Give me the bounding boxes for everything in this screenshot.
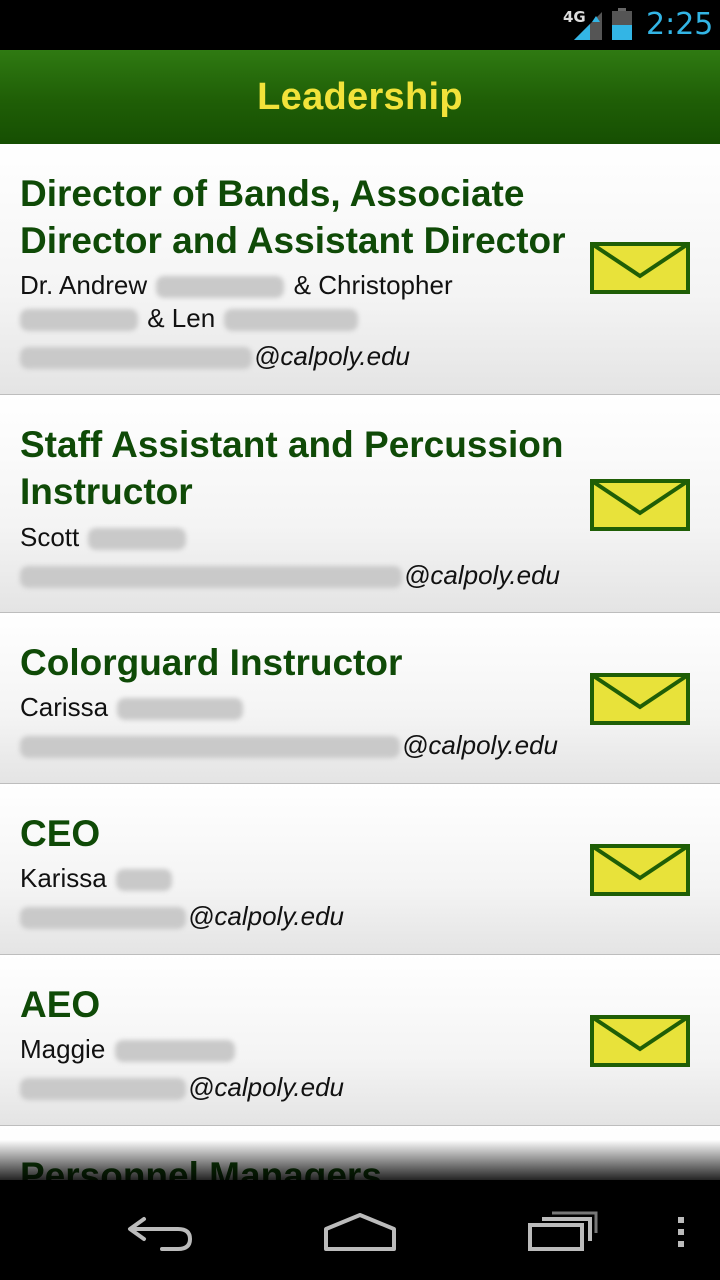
mail-icon [590,844,690,896]
role-title: CEO [20,813,101,854]
email-button[interactable] [590,479,690,531]
role-title: Colorguard Instructor [20,642,403,683]
signal-icon [574,12,602,40]
role-title: AEO [20,984,101,1025]
person-name: Karissa [20,862,490,895]
role-title: Director of Bands, Associate Director an… [20,173,566,261]
person-name: Carissa [20,691,490,724]
person-first: Carissa [20,692,109,722]
redacted-text [117,698,244,721]
email-address: @calpoly.edu [20,340,410,373]
person-first: Dr. Andrew [20,270,148,300]
email-domain: @calpoly.edu [254,341,410,371]
email-domain: @calpoly.edu [404,560,560,590]
person-name: Scott [20,521,490,554]
list-item[interactable]: CEO Karissa @calpoly.edu [0,784,720,955]
status-bar: 4G 2:25 [0,0,720,50]
redacted-text [114,1040,235,1063]
mail-icon [590,1015,690,1067]
person-first: Karissa [20,863,107,893]
battery-icon [612,8,632,40]
email-domain: @calpoly.edu [188,901,344,931]
email-address: @calpoly.edu [20,1071,344,1104]
page-title: Leadership [257,75,463,118]
redacted-text [20,309,138,332]
list-item[interactable]: Staff Assistant and Percussion Instructo… [0,395,720,613]
list-item[interactable]: Colorguard Instructor Carissa @calpoly.e… [0,613,720,784]
email-button[interactable] [590,1015,690,1067]
email-button[interactable] [590,242,690,294]
email-address: @calpoly.edu [20,900,344,933]
email-address: @calpoly.edu [20,559,560,592]
mail-icon [590,242,690,294]
action-bar: Leadership [0,50,720,144]
navigation-bar [0,1180,720,1280]
redacted-text [20,566,402,589]
list-fade [0,1140,720,1180]
person-name: Dr. Andrew & Christopher & Len [20,269,490,335]
role-title: Staff Assistant and Percussion Instructo… [20,424,564,512]
email-button[interactable] [590,844,690,896]
recent-apps-icon[interactable] [526,1205,600,1255]
redacted-text [88,528,187,551]
email-button[interactable] [590,673,690,725]
redacted-text [20,347,252,370]
person-last: & Len [147,303,216,333]
overflow-menu-icon[interactable] [674,1205,688,1255]
list-item[interactable]: AEO Maggie @calpoly.edu [0,955,720,1126]
mail-icon [590,479,690,531]
clock: 2:25 [646,7,714,42]
home-icon[interactable] [322,1205,398,1255]
list-item[interactable]: Director of Bands, Associate Director an… [0,144,720,395]
redacted-text [115,869,172,892]
back-icon[interactable] [122,1205,196,1255]
person-name: Maggie [20,1033,490,1066]
email-address: @calpoly.edu [20,729,558,762]
leadership-list[interactable]: Director of Bands, Associate Director an… [0,144,720,1180]
person-first: Scott [20,522,80,552]
redacted-text [20,736,400,759]
email-domain: @calpoly.edu [402,730,558,760]
email-domain: @calpoly.edu [188,1072,344,1102]
mail-icon [590,673,690,725]
redacted-text [20,1078,186,1101]
redacted-text [20,907,186,930]
redacted-text [156,276,285,299]
redacted-text [224,309,359,332]
person-mid: & Christopher [293,270,453,300]
person-first: Maggie [20,1034,106,1064]
